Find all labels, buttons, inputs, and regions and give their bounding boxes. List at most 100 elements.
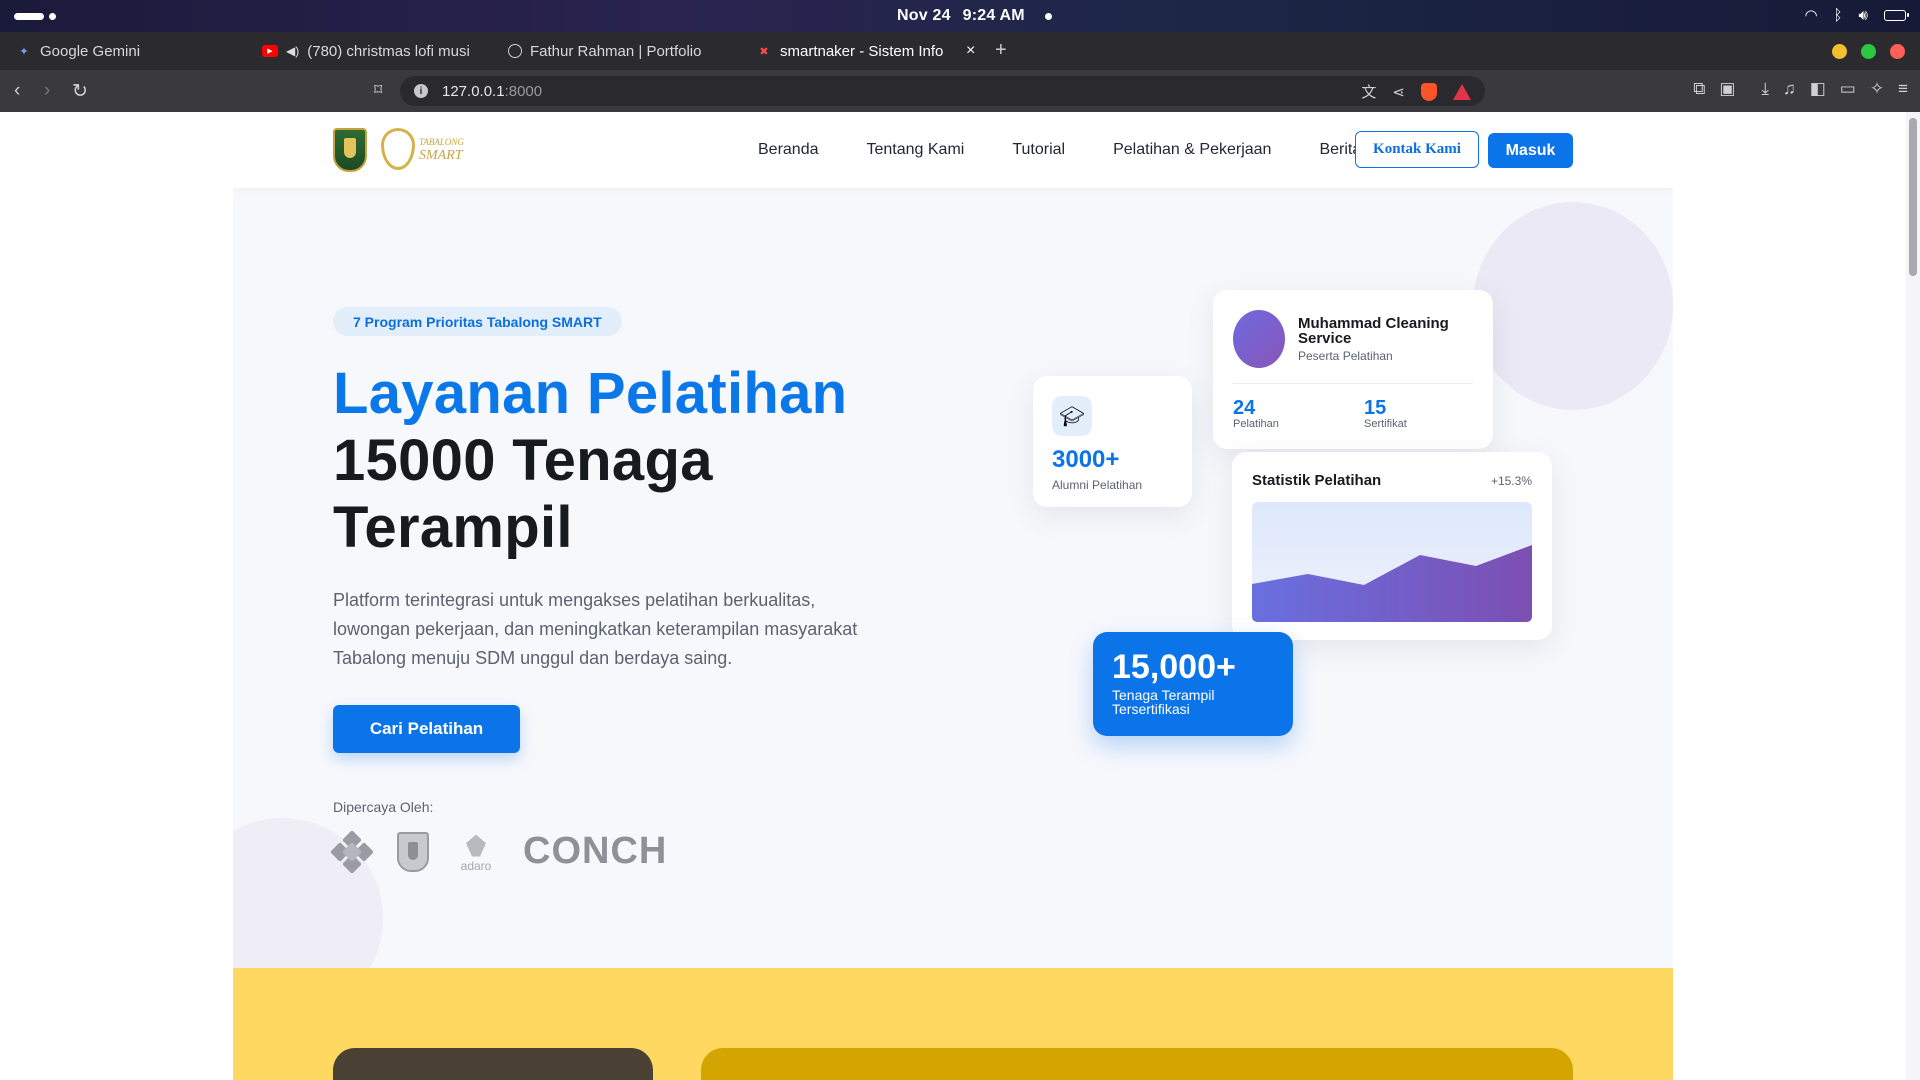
- menu-icon[interactable]: ≡: [1898, 79, 1908, 99]
- toolbar-icons: ⧉ ▣ ⤓ ♫ ◧ ▭ ✧ ≡: [1693, 79, 1908, 99]
- screenshot-icon[interactable]: ▣: [1719, 79, 1735, 99]
- globe-icon: [508, 44, 522, 58]
- tab-youtube[interactable]: ▶ ◀) (780) christmas lofi musi: [262, 32, 477, 70]
- address-bar[interactable]: i 127.0.0.1:8000 文 ⋖: [400, 76, 1485, 106]
- tab-label: (780) christmas lofi musi: [307, 42, 470, 60]
- participant-card: Muhammad Cleaning Service Peserta Pelati…: [1213, 290, 1493, 449]
- tabalong-smart-logo[interactable]: TABALONG SMART: [381, 128, 464, 170]
- browser-toolbar: ‹ › ↻ ⌑ i 127.0.0.1:8000 文 ⋖ ⧉ ▣ ⤓ ♫ ◧ ▭…: [0, 70, 1920, 112]
- stat-label: Pelatihan: [1233, 418, 1279, 430]
- reload-icon[interactable]: ↻: [72, 80, 88, 103]
- gemini-icon: ✦: [19, 45, 29, 58]
- main-nav: Beranda Tentang Kami Tutorial Pelatihan …: [758, 112, 1409, 188]
- nav-tentang-kami[interactable]: Tentang Kami: [867, 141, 965, 159]
- stat-value: 15: [1364, 397, 1387, 419]
- recording-dot-icon: [1045, 13, 1052, 20]
- smartnaker-icon: ✖: [759, 45, 769, 58]
- stat-label: Sertifikat: [1364, 418, 1407, 430]
- nav-beranda[interactable]: Beranda: [758, 141, 819, 159]
- conch-logo: CONCH: [523, 830, 668, 872]
- bluetooth-icon[interactable]: ᛒ: [1834, 7, 1843, 24]
- music-icon[interactable]: ♫: [1783, 79, 1796, 99]
- participant-role: Peserta Pelatihan: [1298, 349, 1393, 363]
- location-pin-icon: [381, 128, 415, 170]
- tab-label: Google Gemini: [40, 42, 141, 60]
- alumni-count: 3000+: [1052, 446, 1120, 473]
- stat-value: 24: [1233, 397, 1256, 419]
- status-icons: ◠ ᛒ 🔊︎: [1804, 6, 1909, 24]
- adaro-mark-icon: [466, 834, 486, 857]
- page-viewport: TABALONG SMART Beranda Tentang Kami Tuto…: [0, 112, 1920, 1080]
- certified-label: Tenaga Terampil Tersertifikasi: [1112, 687, 1215, 717]
- clock[interactable]: Nov 24 9:24 AM: [897, 7, 1037, 25]
- login-button[interactable]: Masuk: [1488, 133, 1573, 168]
- scrollbar-track[interactable]: [1906, 112, 1920, 1080]
- sidebar-icon[interactable]: ◧: [1810, 79, 1826, 99]
- maximize-button[interactable]: [1861, 44, 1876, 59]
- adaro-logo: adaro: [455, 831, 497, 873]
- brave-shield-icon[interactable]: [1421, 82, 1437, 101]
- nav-tutorial[interactable]: Tutorial: [1012, 141, 1065, 159]
- system-menu-bar: Nov 24 9:24 AM ◠ ᛒ 🔊︎: [0, 0, 1920, 32]
- featured-panel: [701, 1048, 1573, 1080]
- bookmark-icon[interactable]: ⌑: [374, 80, 382, 100]
- certified-workers-card: 15,000+ Tenaga Terampil Tersertifikasi: [1093, 632, 1293, 736]
- adaro-logo-text: adaro: [460, 858, 492, 873]
- participant-name: Muhammad Cleaning Service: [1298, 315, 1449, 347]
- extensions-icon[interactable]: ⧉: [1693, 79, 1705, 99]
- site-header: TABALONG SMART Beranda Tentang Kami Tuto…: [233, 112, 1673, 188]
- divider: [1233, 383, 1473, 384]
- battery-icon[interactable]: [1884, 9, 1909, 21]
- logo-text: TABALONG SMART: [419, 135, 464, 163]
- logo-text-line2: SMART: [419, 148, 463, 163]
- browser-tab-bar: ✦ Google Gemini ▶ ◀) (780) christmas lof…: [0, 32, 1920, 70]
- nav-pelatihan-pekerjaan[interactable]: Pelatihan & Pekerjaan: [1113, 141, 1271, 159]
- graduation-cap-icon: 🎓︎: [1052, 396, 1092, 436]
- share-icon[interactable]: ⋖: [1392, 83, 1405, 101]
- stat-certificates: 15 Sertifikat: [1364, 398, 1407, 430]
- brave-rewards-icon[interactable]: [1453, 83, 1471, 100]
- featured-image-card[interactable]: [333, 1048, 653, 1080]
- forward-icon[interactable]: ›: [44, 80, 50, 102]
- alumni-card: 🎓︎ 3000+ Alumni Pelatihan: [1033, 376, 1192, 507]
- wifi-icon[interactable]: ◠: [1804, 6, 1817, 24]
- youtube-icon: ▶: [262, 45, 278, 57]
- download-icon[interactable]: ⤓: [1761, 79, 1769, 99]
- speaker-icon[interactable]: ◀): [286, 44, 299, 58]
- chart-growth: +15.3%: [1490, 474, 1532, 488]
- wallet-icon[interactable]: ▭: [1840, 79, 1856, 99]
- close-window-button[interactable]: [1890, 44, 1905, 59]
- clock-date: Nov 24: [897, 7, 951, 24]
- back-icon[interactable]: ‹: [14, 80, 20, 102]
- tab-portfolio[interactable]: Fathur Rahman | Portfolio: [508, 32, 738, 70]
- decorative-circle: [1473, 202, 1673, 410]
- volume-icon[interactable]: 🔊︎: [1859, 7, 1868, 24]
- hero-title-accent: Layanan Pelatihan: [333, 361, 848, 426]
- training-stats-card: Statistik Pelatihan +15.3%: [1232, 452, 1552, 640]
- program-badge: 7 Program Prioritas Tabalong SMART: [333, 307, 622, 336]
- hero-description: Platform terintegrasi untuk mengakses pe…: [333, 590, 858, 668]
- avatar: [1233, 310, 1285, 368]
- chart-title: Statistik Pelatihan: [1252, 472, 1382, 489]
- tab-google-gemini[interactable]: ✦ Google Gemini: [16, 32, 246, 70]
- new-tab-button[interactable]: +: [995, 39, 1007, 62]
- close-tab-icon[interactable]: ×: [966, 42, 975, 60]
- hero-title-rest: 15000 Tenaga Terampil: [333, 428, 713, 560]
- tab-smartnaker[interactable]: ✖ smartnaker - Sistem Info ×: [756, 32, 976, 70]
- site-info-icon[interactable]: i: [414, 84, 428, 98]
- tabalong-emblem-logo[interactable]: [333, 128, 367, 172]
- contact-button[interactable]: Kontak Kami: [1355, 131, 1479, 168]
- leo-ai-icon[interactable]: ✧: [1870, 79, 1884, 99]
- alumni-label: Alumni Pelatihan: [1052, 478, 1143, 492]
- stat-trainings: 24 Pelatihan: [1233, 398, 1279, 430]
- menu-dot-icon: [49, 13, 56, 20]
- scrollbar-thumb[interactable]: [1909, 118, 1917, 276]
- hero-title: Layanan Pelatihan 15000 Tenaga Terampil: [333, 360, 953, 561]
- url-host: 127.0.0.1: [442, 82, 505, 100]
- clock-time: 9:24 AM: [962, 7, 1025, 24]
- stats-area-chart: [1252, 502, 1532, 622]
- find-training-button[interactable]: Cari Pelatihan: [333, 705, 520, 753]
- trusted-logos: adaro CONCH: [330, 829, 668, 874]
- translate-icon[interactable]: 文: [1361, 81, 1376, 102]
- minimize-button[interactable]: [1832, 44, 1847, 59]
